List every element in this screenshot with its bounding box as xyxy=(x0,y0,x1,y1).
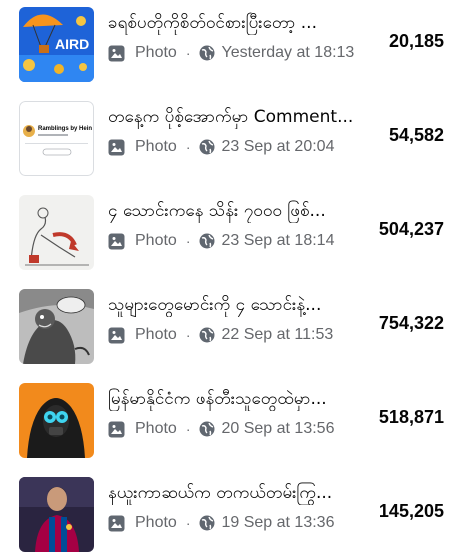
globe-icon xyxy=(199,45,215,61)
post-time: Yesterday at 18:13 xyxy=(221,44,355,61)
post-meta: Photo · 20 Sep at 13:56 xyxy=(108,418,334,440)
post-thumbnail[interactable] xyxy=(19,477,94,552)
post-time: 20 Sep at 13:56 xyxy=(221,420,335,437)
separator-dot: · xyxy=(185,45,191,61)
post-reach-count: 504,237 xyxy=(378,219,444,239)
post-title: ခရစ်ပတိုကိုစိတ်ဝင်စားပြီးတော့ ... xyxy=(108,13,317,33)
post-reach-count: 20,185 xyxy=(388,31,444,51)
post-title: ၄ သောင်းကနေ သိန်း ၇၀၀၀ ဖြစ်... xyxy=(108,201,326,221)
globe-icon xyxy=(199,421,215,437)
post-thumbnail[interactable] xyxy=(19,383,94,458)
thumb-caption: AIRD xyxy=(55,36,89,52)
post-thumbnail[interactable] xyxy=(19,195,94,270)
post-reach-count: 54,582 xyxy=(388,125,444,145)
post-type: Photo xyxy=(135,44,177,61)
newsletter-card-image: Ramblings by Hein xyxy=(19,101,94,176)
post-meta: Photo · 19 Sep at 13:36 xyxy=(108,512,334,534)
post-thumbnail[interactable]: AIRD xyxy=(19,7,94,82)
post-row[interactable]: နယူးကာဆယ်က တကယ်တမ်းကြွ... Photo · 19 Sep… xyxy=(0,477,474,560)
post-row[interactable]: သူများတွေမောင်းကို ၄ သောင်းနဲ့... Photo … xyxy=(0,289,474,383)
post-thumbnail[interactable]: Ramblings by Hein xyxy=(19,101,94,176)
hooded-avatar-image xyxy=(19,383,94,458)
post-title: သူများတွေမောင်းကို ၄ သောင်းနဲ့... xyxy=(108,295,322,315)
post-row[interactable]: ၄ သောင်းကနေ သိန်း ၇၀၀၀ ဖြစ်... Photo · 2… xyxy=(0,195,474,289)
post-reach-count: 518,871 xyxy=(378,407,444,427)
post-row[interactable]: AIRD ခရစ်ပတိုကိုစိတ်ဝင်စားပြီးတော့ ... P… xyxy=(0,7,474,101)
football-player-image xyxy=(19,477,94,552)
thumb-caption: Ramblings by Hein xyxy=(38,126,92,132)
separator-dot: · xyxy=(185,327,191,343)
globe-icon xyxy=(199,327,215,343)
photo-icon xyxy=(108,515,125,532)
post-insights-list: AIRD ခရစ်ပတိုကိုစိတ်ဝင်စားပြီးတော့ ... P… xyxy=(0,0,474,560)
globe-icon xyxy=(199,515,215,531)
post-reach-count: 145,205 xyxy=(378,501,444,521)
post-meta: Photo · 23 Sep at 20:04 xyxy=(108,136,334,158)
post-type: Photo xyxy=(135,138,177,155)
post-type: Photo xyxy=(135,232,177,249)
photo-icon xyxy=(108,327,125,344)
post-row[interactable]: Ramblings by Hein တနေ့က ပိုစ့်အောက်မှာ C… xyxy=(0,101,474,195)
post-time: 22 Sep at 11:53 xyxy=(221,326,334,343)
photo-icon xyxy=(108,139,125,156)
post-row[interactable]: မြန်မာနိုင်ငံက ဖန်တီးသူတွေထဲမှာ... Photo… xyxy=(0,383,474,477)
post-reach-count: 754,322 xyxy=(378,313,444,333)
post-title: နယူးကာဆယ်က တကယ်တမ်းကြွ... xyxy=(108,483,333,503)
post-title: တနေ့က ပိုစ့်အောက်မှာ Comment... xyxy=(108,107,354,127)
post-type: Photo xyxy=(135,514,177,531)
separator-dot: · xyxy=(185,515,191,531)
post-meta: Photo · 23 Sep at 18:14 xyxy=(108,230,334,252)
post-time: 19 Sep at 13:36 xyxy=(221,514,335,531)
separator-dot: · xyxy=(185,139,191,155)
photo-icon xyxy=(108,421,125,438)
post-type: Photo xyxy=(135,326,177,343)
airdrop-coins-image: AIRD xyxy=(19,7,94,82)
post-title: မြန်မာနိုင်ငံက ဖန်တီးသူတွေထဲမှာ... xyxy=(108,389,327,409)
post-time: 23 Sep at 18:14 xyxy=(221,232,335,249)
globe-icon xyxy=(199,233,215,249)
globe-icon xyxy=(199,139,215,155)
sketch-arrow-image xyxy=(19,195,94,270)
post-type: Photo xyxy=(135,420,177,437)
photo-icon xyxy=(108,233,125,250)
photo-icon xyxy=(108,45,125,62)
post-meta: Photo · Yesterday at 18:13 xyxy=(108,42,354,64)
post-thumbnail[interactable] xyxy=(19,289,94,364)
separator-dot: · xyxy=(185,233,191,249)
post-meta: Photo · 22 Sep at 11:53 xyxy=(108,324,333,346)
post-time: 23 Sep at 20:04 xyxy=(221,138,335,155)
cartoon-monkey-image xyxy=(19,289,94,364)
separator-dot: · xyxy=(185,421,191,437)
